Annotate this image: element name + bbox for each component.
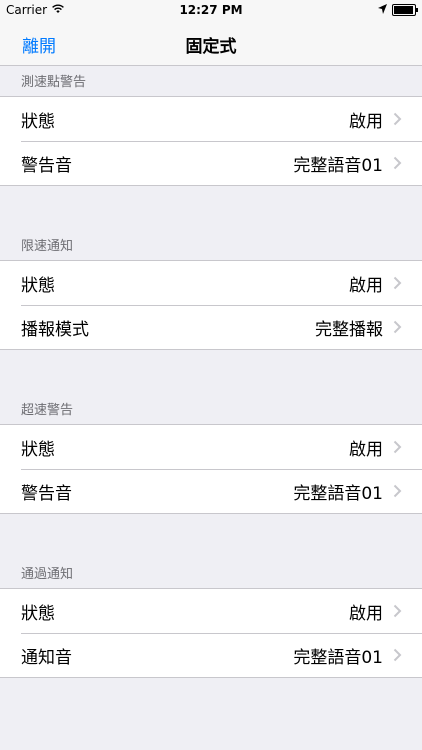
- chevron-right-icon: [393, 320, 402, 334]
- row-value: 完整播報: [315, 319, 383, 340]
- row-value: 完整語音01: [293, 155, 383, 176]
- row-label: 狀態: [21, 111, 55, 132]
- setting-row-alert-sound[interactable]: 警告音 完整語音01: [0, 141, 422, 185]
- settings-group: 狀態 啟用 警告音 完整語音01: [0, 424, 422, 514]
- setting-row-status[interactable]: 狀態 啟用: [0, 261, 422, 305]
- row-label: 警告音: [21, 483, 72, 504]
- chevron-right-icon: [393, 156, 402, 170]
- row-value: 完整語音01: [293, 483, 383, 504]
- status-right: [378, 3, 418, 17]
- row-label: 警告音: [21, 155, 72, 176]
- settings-group: 狀態 啟用 通知音 完整語音01: [0, 588, 422, 678]
- location-icon: [378, 3, 387, 17]
- row-value: 啟用: [349, 111, 383, 132]
- row-value: 完整語音01: [293, 647, 383, 668]
- navigation-bar: 離開 固定式: [0, 20, 422, 66]
- setting-row-alert-sound[interactable]: 警告音 完整語音01: [0, 469, 422, 513]
- row-label: 通知音: [21, 647, 72, 668]
- setting-row-status[interactable]: 狀態 啟用: [0, 589, 422, 633]
- status-bar: Carrier 12:27 PM: [0, 0, 422, 20]
- status-time: 12:27 PM: [179, 3, 243, 17]
- section-header: 超速警告: [21, 403, 74, 418]
- section-header: 測速點警告: [21, 75, 87, 90]
- section-header: 限速通知: [21, 239, 74, 254]
- setting-row-notify-sound[interactable]: 通知音 完整語音01: [0, 633, 422, 677]
- chevron-right-icon: [393, 440, 402, 454]
- row-label: 狀態: [21, 603, 55, 624]
- row-label: 狀態: [21, 275, 55, 296]
- row-value: 啟用: [349, 603, 383, 624]
- battery-icon: [392, 4, 418, 16]
- chevron-right-icon: [393, 484, 402, 498]
- settings-group: 狀態 啟用 播報模式 完整播報: [0, 260, 422, 350]
- row-label: 狀態: [21, 439, 55, 460]
- page-title: 固定式: [185, 37, 237, 57]
- chevron-right-icon: [393, 604, 402, 618]
- chevron-right-icon: [393, 276, 402, 290]
- setting-row-status[interactable]: 狀態 啟用: [0, 97, 422, 141]
- chevron-right-icon: [393, 112, 402, 126]
- row-value: 啟用: [349, 439, 383, 460]
- section-header: 通過通知: [21, 567, 74, 582]
- settings-group: 狀態 啟用 警告音 完整語音01: [0, 96, 422, 186]
- row-value: 啟用: [349, 275, 383, 296]
- row-label: 播報模式: [21, 319, 89, 340]
- settings-list: 測速點警告 狀態 啟用 警告音 完整語音01 限速通知 狀態 啟用 播報模式 完…: [0, 66, 422, 722]
- chevron-right-icon: [393, 648, 402, 662]
- setting-row-status[interactable]: 狀態 啟用: [0, 425, 422, 469]
- setting-row-broadcast-mode[interactable]: 播報模式 完整播報: [0, 305, 422, 349]
